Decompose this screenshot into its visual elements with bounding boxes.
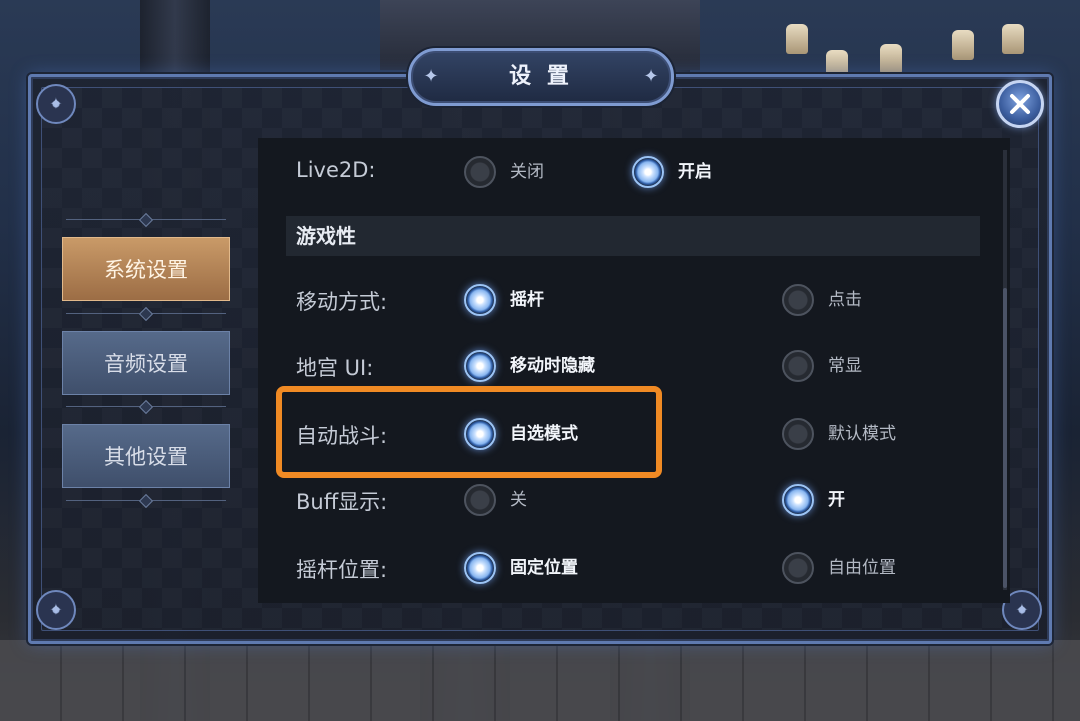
- tab-divider: [66, 493, 226, 509]
- radio-button[interactable]: [782, 284, 814, 316]
- radio-button[interactable]: [464, 350, 496, 382]
- close-x-icon: [1010, 94, 1030, 114]
- option-label: 点击: [828, 290, 862, 310]
- setting-label-dungeon-ui: 地宫 UI:: [296, 356, 374, 380]
- tab-system-settings[interactable]: 系统设置: [62, 237, 230, 301]
- option-label: 开: [828, 490, 845, 510]
- tab-divider: [66, 306, 226, 322]
- background-floor: [0, 640, 1080, 721]
- star-ornament-icon: ✦: [643, 66, 659, 87]
- tab-divider: [66, 212, 226, 228]
- radio-button[interactable]: [464, 284, 496, 316]
- option-label: 自选模式: [510, 424, 578, 444]
- radio-button[interactable]: [464, 156, 496, 188]
- candle-decoration: [952, 30, 974, 60]
- tab-other-settings[interactable]: 其他设置: [62, 424, 230, 488]
- star-ornament-icon: [36, 84, 76, 124]
- candle-decoration: [1002, 24, 1024, 54]
- option-label: 移动时隐藏: [510, 356, 595, 376]
- radio-button[interactable]: [464, 418, 496, 450]
- radio-button[interactable]: [782, 484, 814, 516]
- section-header: 游戏性: [286, 216, 980, 256]
- section-title: 游戏性: [296, 224, 356, 248]
- star-ornament-icon: [36, 590, 76, 630]
- page-title: 设 置: [509, 64, 573, 89]
- radio-button[interactable]: [782, 350, 814, 382]
- radio-button[interactable]: [464, 484, 496, 516]
- option-label: 开启: [678, 162, 712, 182]
- radio-button[interactable]: [782, 418, 814, 450]
- radio-button[interactable]: [464, 552, 496, 584]
- setting-label-auto-battle: 自动战斗:: [296, 424, 388, 448]
- candle-decoration: [786, 24, 808, 54]
- candle-decoration: [880, 44, 902, 74]
- tab-audio-settings[interactable]: 音频设置: [62, 331, 230, 395]
- close-button[interactable]: [996, 80, 1044, 128]
- setting-label-joystick-position: 摇杆位置:: [296, 558, 388, 582]
- option-label: 关闭: [510, 162, 544, 182]
- title-plaque: ✦ 设 置 ✦: [408, 48, 674, 106]
- live2d-label: Live2D:: [296, 158, 376, 182]
- scrollbar-thumb[interactable]: [1003, 288, 1007, 588]
- setting-label-movement: 移动方式:: [296, 290, 388, 314]
- option-label: 固定位置: [510, 558, 578, 578]
- radio-button[interactable]: [632, 156, 664, 188]
- option-label: 默认模式: [828, 424, 896, 444]
- radio-button[interactable]: [782, 552, 814, 584]
- option-label: 关: [510, 490, 527, 510]
- option-label: 自由位置: [828, 558, 896, 578]
- option-label: 摇杆: [510, 290, 544, 310]
- scrollbar[interactable]: [1003, 150, 1007, 590]
- setting-label-buff-display: Buff显示:: [296, 490, 388, 514]
- tab-divider: [66, 399, 226, 415]
- option-label: 常显: [828, 356, 862, 376]
